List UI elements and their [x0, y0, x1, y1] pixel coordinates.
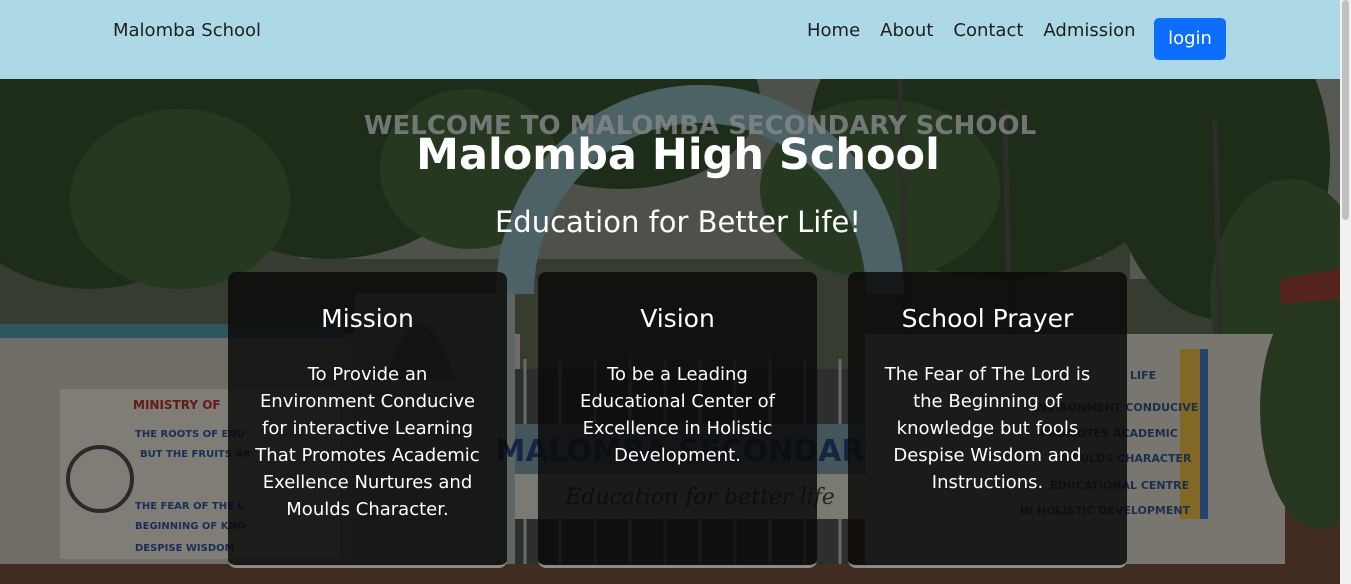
nav-link-home[interactable]: Home	[807, 20, 860, 42]
nav-link-admission[interactable]: Admission	[1043, 20, 1135, 42]
school-prayer-card: School Prayer The Fear of The Lord is th…	[848, 272, 1127, 568]
school-prayer-card-text: The Fear of The Lord is the Beginning of…	[884, 364, 1091, 493]
mission-card-title: Mission	[321, 304, 414, 333]
vision-card: Vision To be a Leading Educational Cente…	[538, 272, 817, 568]
hero-title: Malomba High School	[416, 130, 940, 180]
vision-card-text: To be a Leading Educational Center of Ex…	[579, 364, 776, 466]
hero-section: WELCOME TO MALOMBA SECONDARY SCHOOL MINI…	[0, 79, 1340, 584]
nav-links: Home About Contact Admission	[807, 20, 1156, 42]
hero-subtitle: Education for Better Life!	[494, 205, 862, 239]
scrollbar-thumb[interactable]	[1342, 0, 1349, 220]
mission-card: Mission To Provide an Environment Conduc…	[228, 272, 507, 568]
vertical-scrollbar[interactable]	[1340, 0, 1351, 584]
school-prayer-card-title: School Prayer	[901, 304, 1074, 333]
nav-link-about[interactable]: About	[880, 20, 933, 42]
mission-card-text: To Provide an Environment Conducive for …	[255, 364, 480, 520]
brand-link[interactable]: Malomba School	[113, 20, 261, 42]
nav-link-contact[interactable]: Contact	[953, 20, 1023, 42]
navbar: Malomba School Home About Contact Admiss…	[0, 0, 1340, 79]
login-button[interactable]: login	[1154, 18, 1226, 60]
page: Malomba School Home About Contact Admiss…	[0, 0, 1351, 584]
vision-card-title: Vision	[640, 304, 715, 333]
